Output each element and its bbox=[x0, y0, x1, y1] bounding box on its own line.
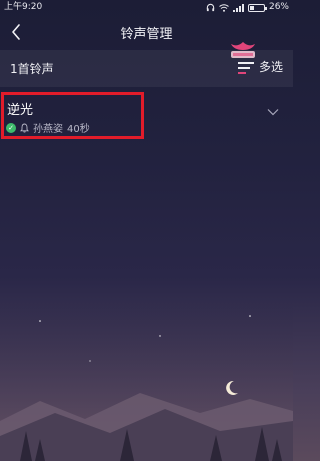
song-artist: 孙燕姿 bbox=[33, 124, 63, 135]
check-icon: ✓ bbox=[6, 122, 16, 133]
status-icons: 26% bbox=[206, 0, 289, 15]
signal-icon bbox=[232, 3, 244, 12]
list-item[interactable]: 逆光 ✓ 孙燕姿 40秒 bbox=[0, 89, 293, 141]
chevron-down-icon[interactable] bbox=[267, 108, 279, 116]
song-duration: 40秒 bbox=[67, 124, 90, 135]
list-icon bbox=[237, 60, 254, 74]
page-title: 铃声管理 bbox=[120, 26, 173, 42]
song-meta: ✓ 孙燕姿 40秒 bbox=[6, 120, 90, 135]
status-bar: 上午9:20 26% bbox=[0, 0, 293, 15]
multi-select-label: 多选 bbox=[258, 60, 283, 74]
multi-select-button[interactable]: 多选 bbox=[237, 58, 283, 75]
mountain-scenery bbox=[0, 301, 293, 461]
headphones-icon bbox=[206, 3, 215, 12]
battery-icon bbox=[247, 3, 267, 12]
battery-percent: 26% bbox=[268, 2, 289, 12]
back-chevron-icon bbox=[12, 24, 20, 40]
bell-icon bbox=[20, 123, 29, 133]
back-button[interactable] bbox=[6, 21, 26, 43]
ringtone-count: 1首铃声 bbox=[10, 62, 54, 76]
toolbar: 1首铃声 多选 bbox=[0, 50, 293, 87]
song-title: 逆光 bbox=[7, 103, 34, 118]
wifi-icon bbox=[219, 3, 229, 12]
status-time: 上午9:20 bbox=[4, 2, 43, 12]
